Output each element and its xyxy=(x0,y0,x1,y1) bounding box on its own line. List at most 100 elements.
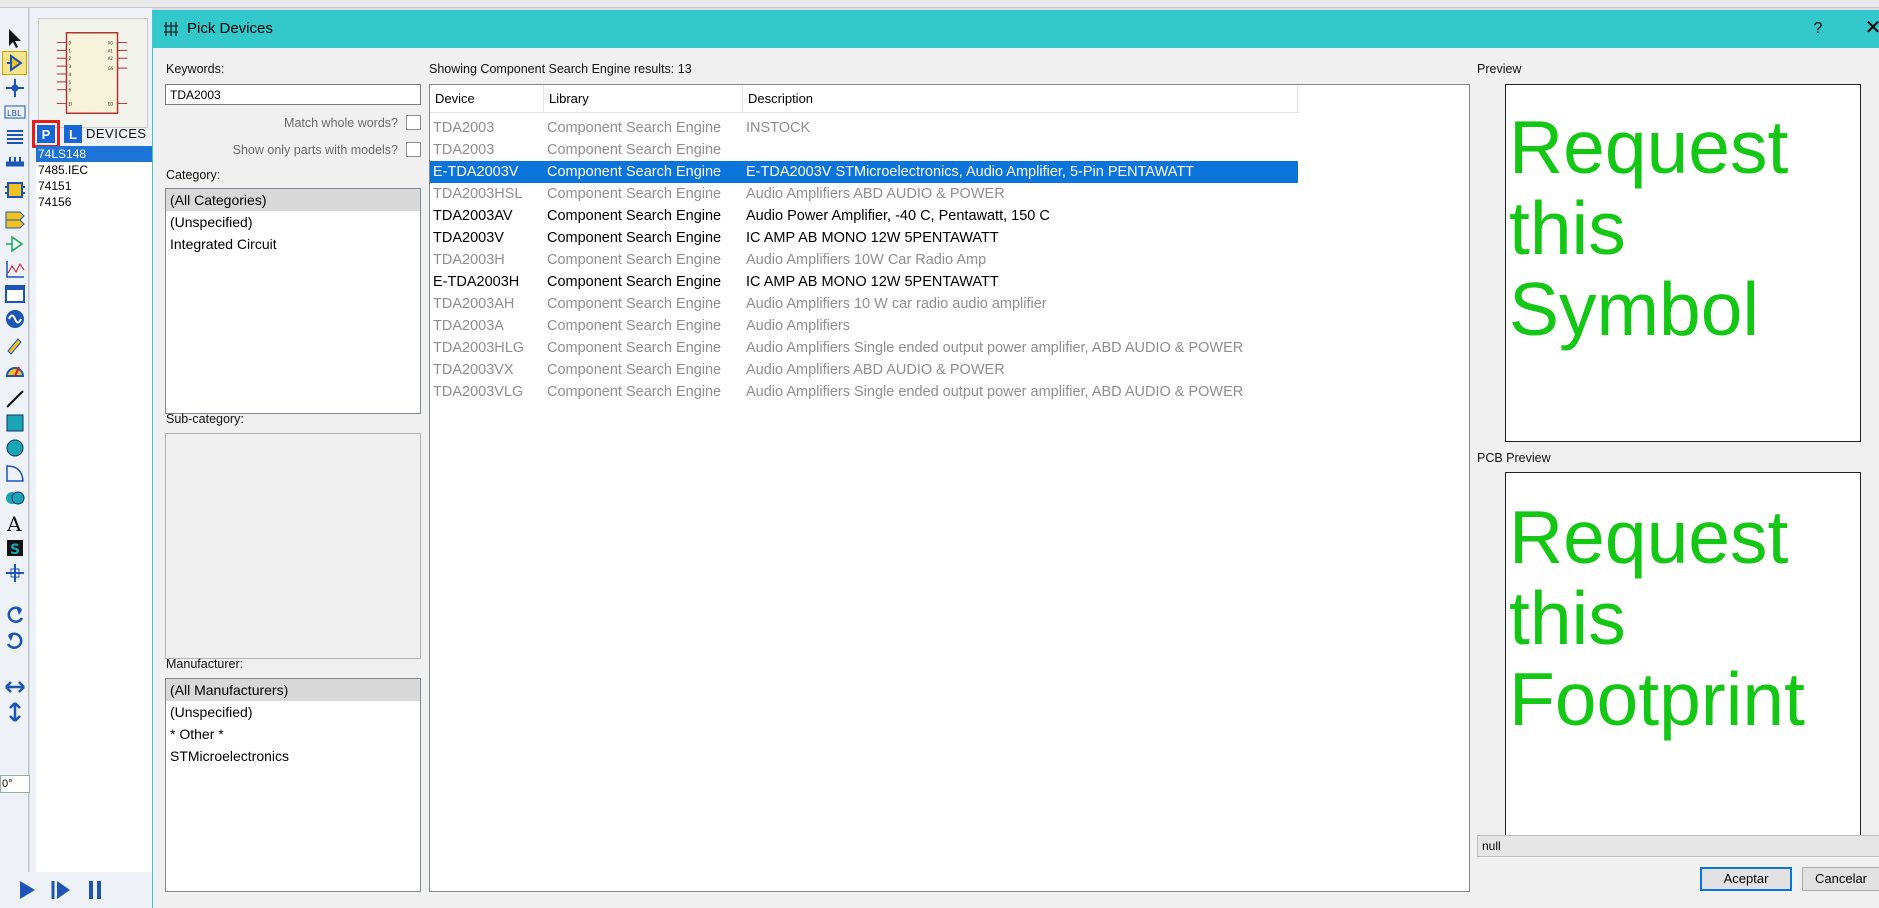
result-description-cell: Audio Amplifiers 10 W car radio audio am… xyxy=(746,296,1047,312)
device-list: 74LS148 7485.IEC 74151 74156 xyxy=(36,146,152,876)
voltage-probe-icon[interactable] xyxy=(2,332,27,356)
tape-recorder-icon[interactable] xyxy=(2,282,27,306)
category-item[interactable]: Integrated Circuit xyxy=(166,233,420,255)
results-table: Device Library Description TDA2003 Compon… xyxy=(429,84,1470,892)
subcircuit-icon[interactable] xyxy=(2,178,27,202)
library-manager-button[interactable]: L xyxy=(64,125,82,143)
component-mode-icon[interactable] xyxy=(2,51,27,75)
result-row[interactable]: TDA2003V Component Search Engine IC AMP AB… xyxy=(430,227,1298,249)
manufacturer-item[interactable]: * Other * xyxy=(166,723,420,745)
result-device-cell: TDA2003 xyxy=(433,120,495,136)
manufacturer-item[interactable]: (All Manufacturers) xyxy=(166,679,420,701)
close-button[interactable]: ✕ xyxy=(1863,16,1879,40)
device-pins-icon[interactable] xyxy=(2,232,27,256)
result-description-cell: Audio Power Amplifier, -40 C, Pentawatt,… xyxy=(746,208,1050,224)
dialog-titlebar[interactable]: Pick Devices ? ✕ xyxy=(153,10,1879,48)
select-mode-icon[interactable] xyxy=(2,26,27,50)
svg-text:EO: EO xyxy=(108,101,114,106)
path-tool-icon[interactable] xyxy=(2,486,27,510)
wire-label-icon[interactable]: LBL xyxy=(2,100,27,124)
text-tool-icon[interactable]: A xyxy=(2,511,27,535)
category-item[interactable]: (All Categories) xyxy=(166,189,420,211)
dialog-title: Pick Devices xyxy=(187,20,273,37)
circle-tool-icon[interactable] xyxy=(2,436,27,460)
result-device-cell: TDA2003AH xyxy=(433,296,515,312)
category-list: (All Categories) (Unspecified) Integrate… xyxy=(165,188,421,414)
result-row[interactable]: E-TDA2003V Component Search Engine E-TDA20… xyxy=(430,161,1298,183)
result-row[interactable]: E-TDA2003H Component Search Engine IC AMP … xyxy=(430,271,1298,293)
result-row[interactable]: TDA2003HSL Component Search Engine Audio A… xyxy=(430,183,1298,205)
column-header-device[interactable]: Device xyxy=(430,85,544,113)
show-only-models-checkbox[interactable] xyxy=(406,142,421,157)
pick-devices-dialog: Pick Devices ? ✕ Keywords: Match whole w… xyxy=(152,10,1879,908)
preview-label: Preview xyxy=(1477,62,1522,76)
result-row[interactable]: TDA2003VLG Component Search Engine Audio A… xyxy=(430,381,1298,403)
result-library-cell: Component Search Engine xyxy=(547,120,722,136)
result-library-cell: Component Search Engine xyxy=(547,340,722,356)
preview-status-field: null xyxy=(1477,835,1879,857)
result-row[interactable]: TDA2003 Component Search Engine xyxy=(430,139,1298,161)
text-script-icon[interactable] xyxy=(2,125,27,149)
play-icon[interactable] xyxy=(16,878,38,902)
step-icon[interactable] xyxy=(50,878,72,902)
simulation-controls xyxy=(0,872,152,908)
result-description-cell: Audio Amplifiers xyxy=(746,318,850,334)
category-label: Category: xyxy=(166,168,221,182)
result-row[interactable]: TDA2003HLG Component Search Engine Audio A… xyxy=(430,337,1298,359)
result-description-cell: Audio Amplifiers ABD AUDIO & POWER xyxy=(746,186,1005,202)
terminals-icon[interactable] xyxy=(2,206,27,230)
ok-button[interactable]: Aceptar xyxy=(1700,867,1792,891)
result-row[interactable]: TDA2003AH Component Search Engine Audio Am… xyxy=(430,293,1298,315)
result-library-cell: Component Search Engine xyxy=(547,362,722,378)
arc-tool-icon[interactable] xyxy=(2,461,27,485)
result-row[interactable]: TDA2003 Component Search Engine INSTOCK xyxy=(430,117,1298,139)
column-header-description[interactable]: Description xyxy=(743,85,1298,113)
junction-dot-icon[interactable] xyxy=(2,76,27,100)
cancel-button[interactable]: Cancelar xyxy=(1802,867,1879,891)
rotate-anticlockwise-icon[interactable] xyxy=(2,628,27,652)
manufacturer-item[interactable]: STMicroelectronics xyxy=(166,745,420,767)
manufacturer-item[interactable]: (Unspecified) xyxy=(166,701,420,723)
line-tool-icon[interactable] xyxy=(2,387,27,411)
svg-text:EI: EI xyxy=(68,101,72,106)
result-library-cell: Component Search Engine xyxy=(547,142,722,158)
mirror-y-icon[interactable] xyxy=(2,700,27,724)
match-whole-words-checkbox[interactable] xyxy=(406,115,421,130)
graph-icon[interactable] xyxy=(2,257,27,281)
generator-icon[interactable] xyxy=(2,307,27,331)
category-item[interactable]: (Unspecified) xyxy=(166,211,420,233)
column-header-library[interactable]: Library xyxy=(544,85,743,113)
subcategory-list[interactable] xyxy=(165,433,421,659)
help-button[interactable]: ? xyxy=(1806,18,1830,40)
box-tool-icon[interactable] xyxy=(2,411,27,435)
result-row[interactable]: TDA2003AV Component Search Engine Audio Po… xyxy=(430,205,1298,227)
result-library-cell: Component Search Engine xyxy=(547,274,722,290)
rotate-clockwise-icon[interactable] xyxy=(2,602,27,626)
results-header: Device Library Description xyxy=(430,85,1298,113)
result-description-cell: Audio Amplifiers 10W Car Radio Amp xyxy=(746,252,987,268)
results-rows: TDA2003 Component Search Engine INSTOCK TDA… xyxy=(430,117,1298,403)
device-list-item[interactable]: 7485.IEC xyxy=(36,162,152,178)
device-list-item[interactable]: 74156 xyxy=(36,194,152,210)
device-list-item[interactable]: 74151 xyxy=(36,178,152,194)
bus-icon[interactable] xyxy=(2,150,27,174)
result-row[interactable]: TDA2003VX Component Search Engine Audio Am… xyxy=(430,359,1298,381)
svg-text:A: A xyxy=(6,512,22,534)
mirror-x-icon[interactable] xyxy=(2,675,27,699)
pause-icon[interactable] xyxy=(84,878,106,902)
device-list-item[interactable]: 74LS148 xyxy=(36,146,152,162)
pcb-preview-text: Request this Footprint xyxy=(1509,495,1805,741)
pick-devices-button[interactable]: P xyxy=(32,120,60,148)
marker-tool-icon[interactable] xyxy=(2,561,27,585)
show-only-models-label: Show only parts with models? xyxy=(232,143,398,157)
result-row[interactable]: TDA2003A Component Search Engine Audio Amp… xyxy=(430,315,1298,337)
rotation-angle-field[interactable]: 0° xyxy=(0,775,30,793)
result-library-cell: Component Search Engine xyxy=(547,208,722,224)
result-row[interactable]: TDA2003H Component Search Engine Audio Amp… xyxy=(430,249,1298,271)
result-device-cell: TDA2003H xyxy=(433,252,505,268)
result-library-cell: Component Search Engine xyxy=(547,186,722,202)
virtual-instruments-icon[interactable] xyxy=(2,357,27,381)
keywords-input[interactable] xyxy=(165,84,421,105)
symbol-tool-icon[interactable]: S xyxy=(2,536,27,560)
manufacturer-list: (All Manufacturers) (Unspecified) * Othe… xyxy=(165,678,421,892)
